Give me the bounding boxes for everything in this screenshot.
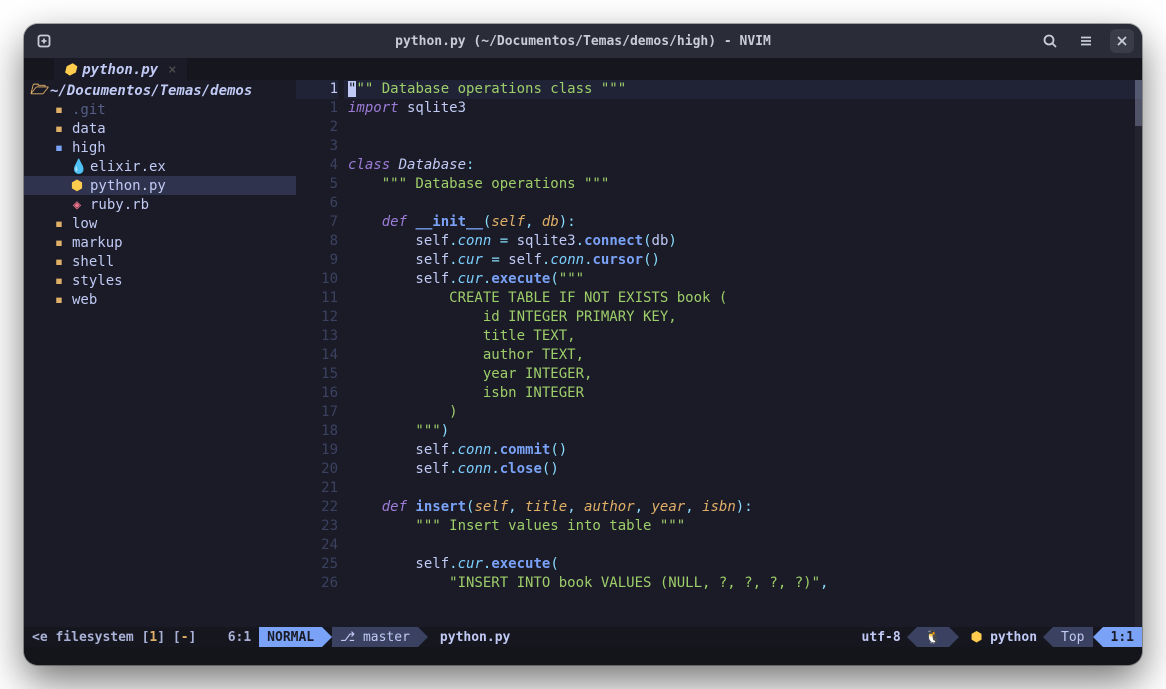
status-filetype: ⬢ python: [963, 627, 1045, 647]
buffer-tabs: ⬢ python.py ×: [24, 58, 1142, 80]
gutter: 1 1 2 3 4 5 6 7 8 9 10 11 12 13 14 15 16…: [296, 80, 344, 627]
status-position-label: Top: [1053, 627, 1092, 647]
buffer-tab[interactable]: ⬢ python.py ×: [54, 58, 188, 80]
scroll-thumb[interactable]: [1135, 80, 1142, 126]
tree-root[interactable]: 🗁~/Documentos/Temas/demos: [24, 81, 296, 100]
file-tree[interactable]: 🗁~/Documentos/Temas/demos ▪.git ▪data ▪h…: [24, 80, 296, 627]
status-git: ⎇ master: [332, 627, 418, 647]
tux-icon: 🐧: [925, 630, 941, 645]
tree-item-high[interactable]: ▪high: [24, 138, 296, 157]
branch-icon: ⎇: [340, 630, 355, 645]
status-encoding: utf-8: [854, 627, 909, 647]
status-tree-info: <e filesystem [1] [-] 6:1: [24, 627, 259, 647]
tree-item-low[interactable]: ▪low: [24, 214, 296, 233]
scrollbar[interactable]: [1135, 80, 1142, 627]
status-rowcol: 1:1: [1103, 627, 1142, 647]
tree-item-elixir[interactable]: 💧elixir.ex: [24, 157, 296, 176]
tree-item-web[interactable]: ▪web: [24, 290, 296, 309]
tree-root-label: ~/Documentos/Temas/demos: [50, 83, 252, 99]
tree-item-python[interactable]: ⬢python.py: [24, 176, 296, 195]
tree-item-shell[interactable]: ▪shell: [24, 252, 296, 271]
close-window-button[interactable]: [1110, 29, 1134, 53]
tree-item-markup[interactable]: ▪markup: [24, 233, 296, 252]
tree-item-styles[interactable]: ▪styles: [24, 271, 296, 290]
tree-item-data[interactable]: ▪data: [24, 119, 296, 138]
new-tab-button[interactable]: [32, 29, 56, 53]
titlebar: python.py (~/Documentos/Temas/demos/high…: [24, 24, 1142, 58]
buffer-tab-label: python.py: [82, 62, 158, 78]
status-file: python.py: [432, 627, 518, 647]
python-icon: ⬢: [971, 630, 982, 645]
window-title: python.py (~/Documentos/Temas/demos/high…: [24, 34, 1142, 49]
close-tab-icon[interactable]: ×: [168, 62, 176, 78]
search-button[interactable]: [1038, 29, 1062, 53]
editor[interactable]: 1 1 2 3 4 5 6 7 8 9 10 11 12 13 14 15 16…: [296, 80, 1142, 627]
code-area[interactable]: """ Database operations class """ import…: [344, 80, 1142, 627]
tree-item-git[interactable]: ▪.git: [24, 100, 296, 119]
command-line[interactable]: [24, 647, 1142, 665]
status-mode: NORMAL: [259, 627, 322, 647]
python-icon: ⬢: [64, 62, 76, 78]
tree-item-ruby[interactable]: ◈ruby.rb: [24, 195, 296, 214]
statusline: <e filesystem [1] [-] 6:1 NORMAL ⎇ maste…: [24, 627, 1142, 647]
status-os: 🐧: [917, 627, 949, 647]
menu-button[interactable]: [1074, 29, 1098, 53]
